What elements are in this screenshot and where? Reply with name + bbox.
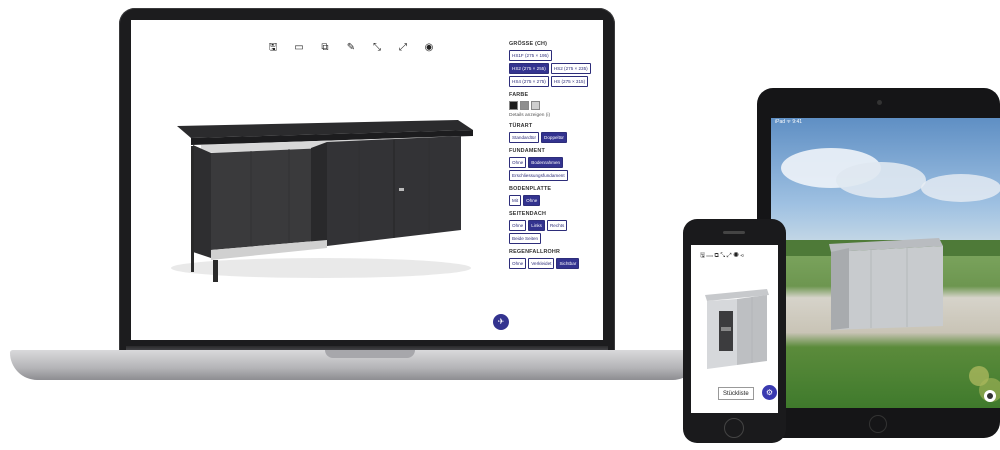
- section-title-groesse: GRÖSSE (CH): [509, 41, 548, 47]
- section-title-regenfallrohr: REGENFALLROHR: [509, 249, 561, 255]
- option-floor-1[interactable]: Mit: [509, 195, 522, 206]
- section-title-fundament: FUNDAMENT: [509, 148, 545, 154]
- laptop-toolbar: 🖫 ▭ ⧉ ✎ ⤡ ⤢ ◉: [267, 42, 435, 54]
- option-foundation-1[interactable]: Ohne: [509, 157, 527, 168]
- folder-icon[interactable]: ▭: [293, 42, 305, 54]
- copy-icon[interactable]: ⧉: [319, 42, 331, 54]
- send-icon[interactable]: ✈: [493, 314, 509, 330]
- option-sideroof-1[interactable]: Ohne: [509, 220, 527, 231]
- option-sideroof-3[interactable]: Rechts: [546, 220, 568, 231]
- option-foundation-2[interactable]: Bodenrahmen: [528, 157, 564, 168]
- option-size-4[interactable]: HS4 (275 × 275): [509, 76, 549, 87]
- expand-icon[interactable]: ⤢: [397, 42, 409, 54]
- tablet-home-button[interactable]: [869, 415, 887, 433]
- tablet: iPad ᯤ 9:41: [757, 88, 1000, 438]
- section-title-seitendach: SEITENDACH: [509, 211, 547, 217]
- color-swatch-silver[interactable]: [531, 101, 540, 110]
- option-gutter-3[interactable]: Sichtbar: [556, 258, 580, 269]
- option-size-1[interactable]: HS1F (275 × 195): [509, 50, 552, 61]
- phone-screen: 🖫 ▭ ⧉ ⤡ ⤢ ◉ ⋖ Stückliste ⚙: [691, 245, 778, 413]
- phone-toolbar[interactable]: 🖫 ▭ ⧉ ⤡ ⤢ ◉ ⋖: [700, 251, 744, 261]
- tablet-camera: [877, 100, 882, 105]
- laptop-base: [10, 350, 700, 380]
- phone-speaker: [723, 231, 745, 234]
- section-title-bodenplatte: BODENPLATTE: [509, 186, 552, 192]
- laptop-screen: 🖫 ▭ ⧉ ✎ ⤡ ⤢ ◉ GRÖSSE (CH) HS1F (275 × 19…: [131, 20, 603, 340]
- option-foundation-3[interactable]: Erschliessungsfundament: [509, 170, 568, 181]
- option-sideroof-2[interactable]: Links: [528, 220, 545, 231]
- details-link[interactable]: Details anzeigen (i): [509, 113, 601, 118]
- option-size-3[interactable]: HS2 (275 × 235): [550, 63, 591, 74]
- phone-home-button[interactable]: [724, 418, 744, 438]
- option-door-2[interactable]: Doppeltür: [541, 132, 567, 143]
- phone: 🖫 ▭ ⧉ ⤡ ⤢ ◉ ⋖ Stückliste ⚙: [683, 219, 786, 443]
- save-icon[interactable]: 🖫: [267, 42, 279, 54]
- shrink-icon[interactable]: ⤡: [371, 42, 383, 54]
- edit-icon[interactable]: ✎: [345, 42, 357, 54]
- laptop: 🖫 ▭ ⧉ ✎ ⤡ ⤢ ◉ GRÖSSE (CH) HS1F (275 × 19…: [119, 8, 615, 356]
- option-gutter-2[interactable]: Verkleidet: [528, 258, 555, 269]
- phone-shed-3d[interactable]: [697, 275, 772, 375]
- parts-list-button[interactable]: Stückliste: [718, 387, 754, 400]
- tablet-status-bar: iPad ᯤ 9:41: [775, 119, 803, 125]
- config-panel: GRÖSSE (CH) HS1F (275 × 195) HS2 (275 × …: [509, 36, 601, 271]
- option-sideroof-4[interactable]: Beide Seiten: [509, 233, 542, 244]
- shed-3d-viewport[interactable]: [131, 20, 501, 340]
- view-icon[interactable]: ◉: [423, 42, 435, 54]
- section-title-tuerart: TÜRART: [509, 123, 533, 129]
- option-floor-2[interactable]: Ohne: [523, 195, 541, 206]
- color-swatch-dark[interactable]: [509, 101, 518, 110]
- option-gutter-1[interactable]: Ohne: [509, 258, 527, 269]
- option-size-5[interactable]: HS (275 × 315): [550, 76, 589, 87]
- section-title-farbe: FARBE: [509, 92, 529, 98]
- option-size-2[interactable]: HS2 (275 × 255): [509, 63, 549, 74]
- option-door-1[interactable]: Standardtür: [509, 132, 540, 143]
- laptop-notch: [325, 350, 415, 358]
- tablet-ar-view[interactable]: iPad ᯤ 9:41: [771, 118, 1000, 408]
- settings-icon[interactable]: ⚙: [762, 385, 777, 400]
- ar-shed-scene: [771, 148, 1000, 402]
- color-swatch-grey[interactable]: [520, 101, 529, 110]
